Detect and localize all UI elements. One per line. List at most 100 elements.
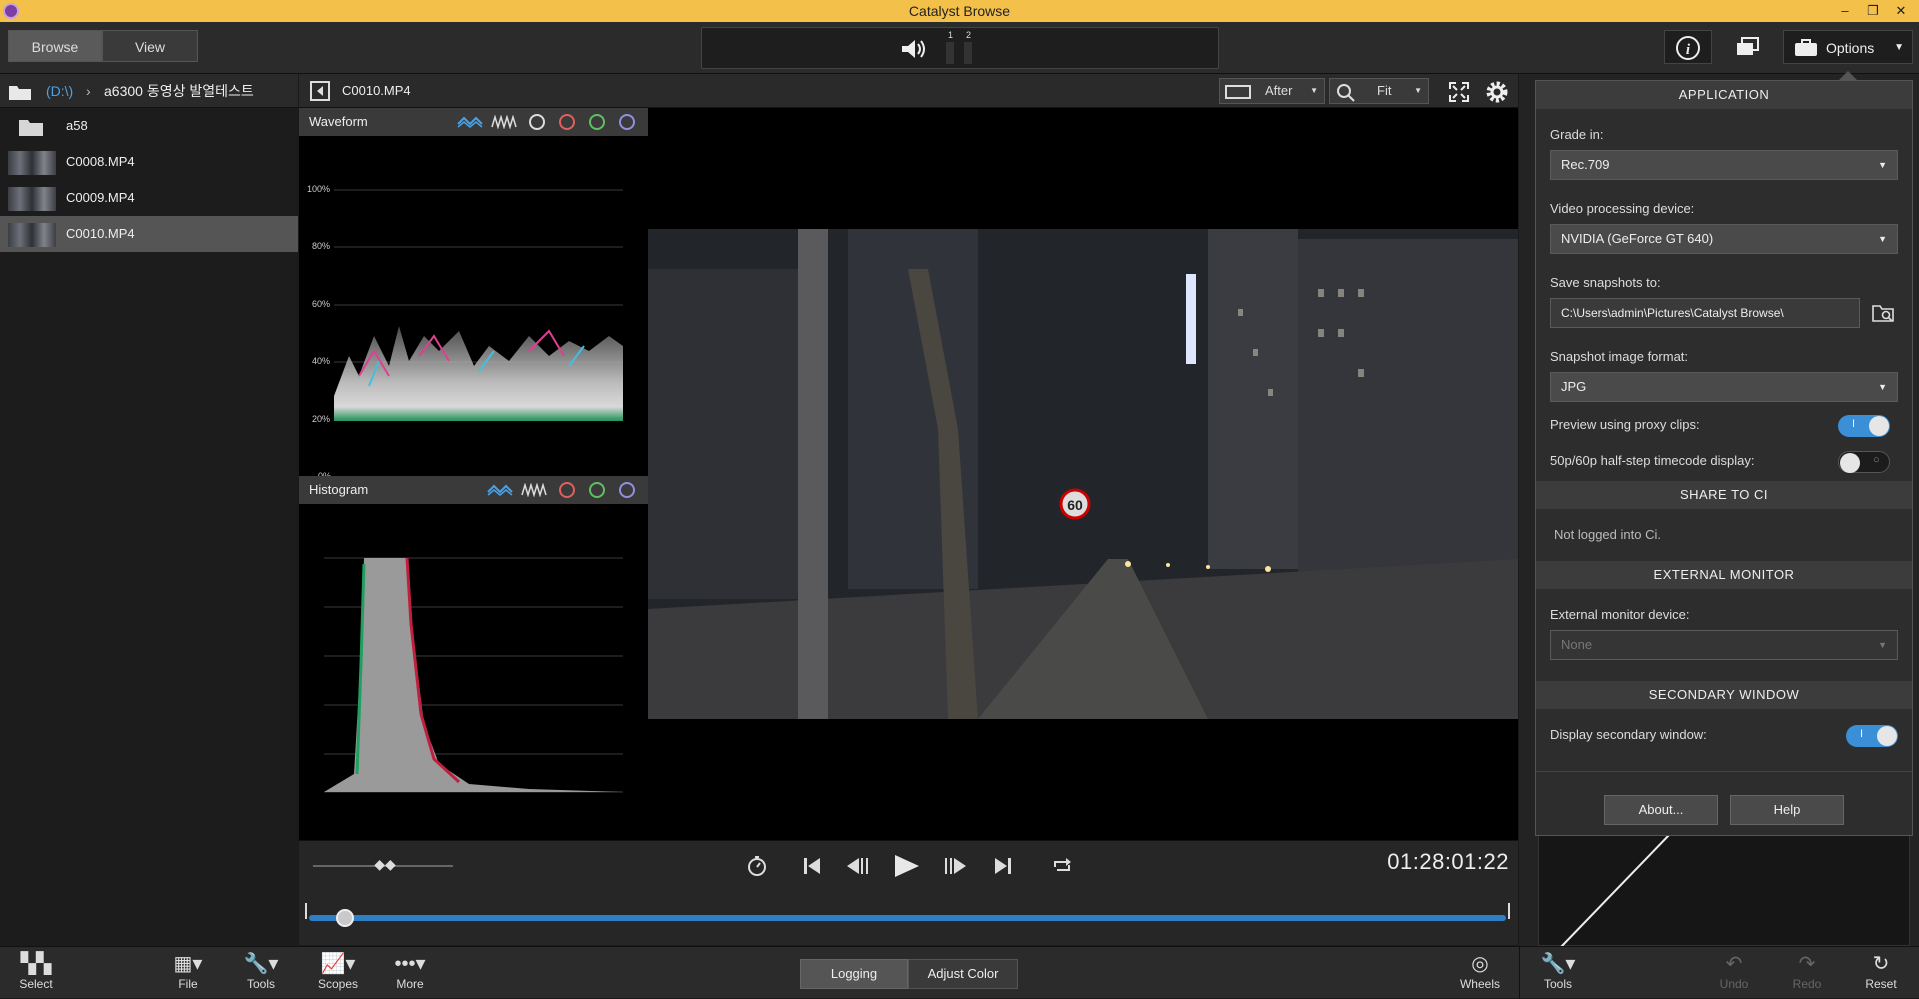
luma-channel-icon[interactable]	[529, 114, 545, 130]
chevron-right-icon: ›	[86, 83, 91, 99]
in-point-marker[interactable]	[305, 903, 307, 919]
skip-back-icon[interactable]	[801, 855, 823, 877]
loop-icon[interactable]	[1051, 855, 1073, 877]
overlay-mode-icon[interactable]	[487, 483, 513, 497]
step-forward-icon[interactable]	[943, 855, 969, 877]
gear-icon[interactable]	[1484, 79, 1510, 105]
close-icon[interactable]: ✕	[1887, 0, 1915, 22]
blue-channel-icon[interactable]	[619, 114, 635, 130]
reset-button[interactable]: ↻ Reset	[1849, 951, 1913, 991]
skip-forward-icon[interactable]	[992, 855, 1014, 877]
view-mode-button[interactable]: View	[102, 30, 198, 62]
audio-meter-panel: 1 2	[701, 27, 1219, 69]
list-item[interactable]: a58	[0, 108, 298, 144]
options-button[interactable]: Options ▼	[1783, 30, 1913, 64]
compare-mode-dropdown[interactable]: After ▼	[1219, 78, 1325, 104]
title-bar: Catalyst Browse ‒ ❐ ✕	[0, 0, 1919, 22]
jog-handle-icon[interactable]: ◆◆	[369, 856, 401, 874]
snapshot-format-select[interactable]: JPG ▼	[1550, 372, 1898, 402]
list-item-label: C0009.MP4	[66, 190, 135, 205]
folder-icon[interactable]	[8, 83, 32, 101]
waveform-tick-label: 20%	[312, 414, 331, 424]
file-list: a58 C0008.MP4 C0009.MP4 C0010.MP4	[0, 108, 298, 946]
zoom-value: Fit	[1377, 83, 1392, 98]
parade-mode-icon[interactable]	[491, 115, 517, 129]
browse-folder-icon[interactable]	[1872, 303, 1896, 323]
video-device-select[interactable]: NVIDIA (GeForce GT 640) ▼	[1550, 224, 1898, 254]
timeline-scrubber[interactable]	[305, 899, 1512, 927]
secondary-toggle[interactable]: I	[1846, 725, 1898, 747]
proxy-label: Preview using proxy clips:	[1550, 417, 1700, 432]
frame-icon	[1225, 85, 1251, 99]
grade-in-select[interactable]: Rec.709 ▼	[1550, 150, 1898, 180]
undo-label: Undo	[1719, 977, 1749, 991]
list-item-label: C0010.MP4	[66, 226, 135, 241]
bottom-toolbar: ▚▚ Select ▦▾ File 🔧▾ Tools 📈▾ Scopes •••▾ Mor…	[0, 946, 1919, 999]
clip-thumbnail	[8, 223, 56, 247]
histogram-title: Histogram	[309, 482, 369, 497]
proxy-toggle[interactable]: I	[1838, 415, 1890, 437]
fullscreen-icon[interactable]	[1448, 81, 1470, 103]
play-icon[interactable]	[893, 853, 921, 879]
file-button[interactable]: ▦▾ File	[156, 951, 220, 991]
red-channel-icon[interactable]	[559, 482, 575, 498]
more-button[interactable]: •••▾ More	[378, 951, 442, 991]
secondary-window-button[interactable]	[1724, 30, 1772, 64]
curve-editor[interactable]	[1538, 834, 1910, 948]
tools-button[interactable]: 🔧▾ Tools	[229, 951, 293, 991]
clip-thumbnail	[8, 151, 56, 175]
timer-icon[interactable]	[746, 855, 768, 877]
select-button[interactable]: ▚▚ Select	[4, 951, 68, 991]
zoom-dropdown[interactable]: Fit ▼	[1329, 78, 1429, 104]
folder-icon	[19, 120, 43, 136]
halfstep-toggle[interactable]: ○	[1838, 451, 1890, 473]
out-point-marker[interactable]	[1508, 903, 1510, 919]
overlay-mode-icon[interactable]	[457, 115, 483, 129]
street-scene-image: 60	[648, 229, 1518, 719]
blue-channel-icon[interactable]	[619, 482, 635, 498]
parade-mode-icon[interactable]	[521, 483, 547, 497]
waveform-header: Waveform	[299, 108, 648, 136]
about-button[interactable]: About...	[1604, 795, 1718, 825]
adjust-color-tab[interactable]: Adjust Color	[908, 959, 1018, 989]
save-snapshots-input[interactable]: C:\Users\admin\Pictures\Catalyst Browse\	[1550, 298, 1860, 328]
info-button[interactable]: i	[1664, 30, 1712, 64]
scopes-button[interactable]: 📈▾ Scopes	[306, 951, 370, 991]
compare-mode-value: After	[1265, 83, 1293, 98]
help-button[interactable]: Help	[1730, 795, 1844, 825]
briefcase-icon	[1795, 39, 1817, 56]
snapshot-format-label: Snapshot image format:	[1550, 349, 1689, 364]
breadcrumb-folder[interactable]: a6300 동영상 발열테스트	[104, 74, 254, 108]
file-label: File	[178, 977, 198, 991]
window-title: Catalyst Browse	[908, 3, 1011, 19]
tools-right-button[interactable]: 🔧▾ Tools	[1526, 951, 1590, 991]
timeline-track	[309, 915, 1506, 921]
list-item-selected[interactable]: C0010.MP4	[0, 216, 298, 252]
step-back-icon[interactable]	[845, 855, 871, 877]
minimize-icon[interactable]: ‒	[1831, 0, 1859, 22]
green-channel-icon[interactable]	[589, 482, 605, 498]
viewer-header: C0010.MP4 After ▼ Fit ▼	[299, 74, 1518, 108]
red-channel-icon[interactable]	[559, 114, 575, 130]
browse-mode-button[interactable]: Browse	[8, 30, 102, 62]
toggle-off-mark: ○	[1873, 454, 1880, 466]
list-item[interactable]: C0009.MP4	[0, 180, 298, 216]
breadcrumb-drive[interactable]: (D:\)	[46, 74, 73, 108]
tools-right-label: Tools	[1543, 977, 1572, 991]
list-item[interactable]: C0008.MP4	[0, 144, 298, 180]
ext-monitor-select[interactable]: None ▼	[1550, 630, 1898, 660]
redo-button[interactable]: ↷ Redo	[1775, 951, 1839, 991]
wheels-button[interactable]: ◎ Wheels	[1448, 951, 1512, 991]
logging-tab[interactable]: Logging	[800, 959, 908, 989]
histogram-plot	[299, 504, 648, 840]
collapse-panel-icon[interactable]	[310, 81, 330, 101]
speaker-icon[interactable]	[900, 38, 928, 60]
share-header: SHARE TO CI	[1536, 481, 1912, 509]
restore-icon[interactable]: ❐	[1859, 0, 1887, 22]
playhead-handle[interactable]	[335, 909, 354, 927]
reset-icon: ↻	[1872, 953, 1890, 975]
grade-in-label: Grade in:	[1550, 127, 1604, 142]
grid-icon: ▚▚	[20, 953, 52, 975]
undo-button[interactable]: ↶ Undo	[1702, 951, 1766, 991]
green-channel-icon[interactable]	[589, 114, 605, 130]
